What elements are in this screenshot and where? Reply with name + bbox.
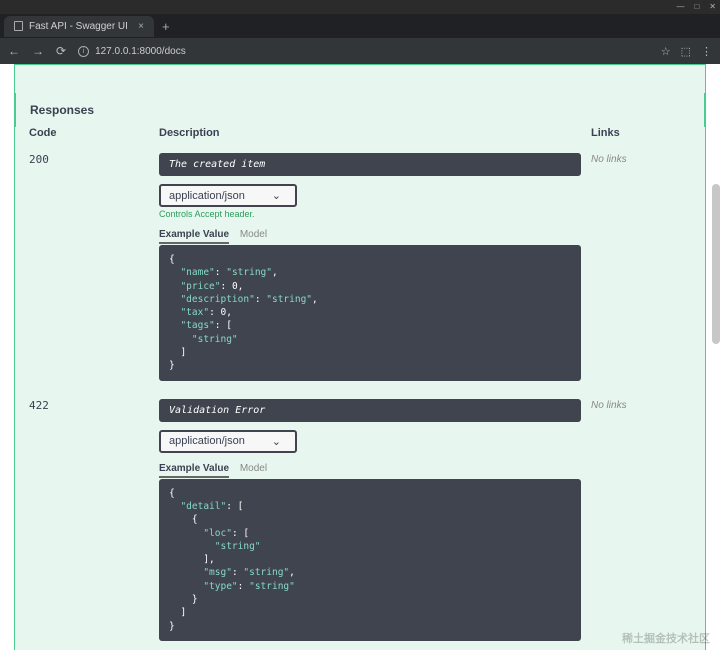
response-row: 422 Validation Error application/json⌄ E… [29, 395, 691, 650]
new-tab-button[interactable]: + [154, 19, 178, 34]
menu-icon[interactable]: ⋮ [701, 45, 712, 58]
url-field[interactable]: i 127.0.0.1:8000/docs [78, 46, 649, 57]
tab-example-value[interactable]: Example Value [159, 229, 229, 244]
no-links-text: No links [591, 154, 627, 165]
example-body[interactable]: { "name": "string", "price": 0, "descrip… [159, 245, 581, 381]
window-titlebar: — □ ✕ [0, 0, 720, 14]
accept-hint: Controls Accept header. [159, 209, 581, 219]
no-links-text: No links [591, 400, 627, 411]
window-close-icon[interactable]: ✕ [709, 3, 716, 11]
address-bar: ← → ⟳ i 127.0.0.1:8000/docs ☆ ⬚ ⋮ [0, 38, 720, 64]
site-info-icon[interactable]: i [78, 46, 89, 57]
window-minimize-icon[interactable]: — [676, 3, 684, 11]
tab-model[interactable]: Model [240, 463, 267, 474]
extensions-icon[interactable]: ⬚ [681, 45, 691, 58]
response-description: The created item [159, 153, 581, 176]
star-icon[interactable]: ☆ [661, 45, 671, 58]
response-code: 422 [29, 399, 49, 412]
col-header-code: Code [29, 127, 149, 139]
tab-example-value[interactable]: Example Value [159, 463, 229, 478]
close-icon[interactable]: × [138, 21, 144, 32]
responses-heading: Responses [15, 93, 705, 127]
tab-title: Fast API - Swagger UI [29, 21, 128, 32]
example-body[interactable]: { "detail": [ { "loc": [ "string" ], "ms… [159, 479, 581, 641]
tab-strip: Fast API - Swagger UI × + [0, 14, 720, 38]
reload-icon[interactable]: ⟳ [56, 44, 66, 58]
chevron-down-icon: ⌄ [272, 435, 281, 448]
response-description: Validation Error [159, 399, 581, 422]
forward-icon[interactable]: → [32, 44, 44, 58]
document-icon [14, 21, 23, 31]
col-header-links: Links [591, 127, 691, 139]
response-code: 200 [29, 153, 49, 166]
scrollbar[interactable] [712, 184, 720, 344]
chevron-down-icon: ⌄ [272, 189, 281, 202]
media-type-select[interactable]: application/json⌄ [159, 430, 297, 453]
page-content: Responses Code Description Links 200 The… [0, 64, 720, 650]
tab-model[interactable]: Model [240, 229, 267, 240]
response-row: 200 The created item application/json⌄ C… [29, 149, 691, 395]
browser-tab[interactable]: Fast API - Swagger UI × [4, 16, 154, 37]
window-maximize-icon[interactable]: □ [694, 3, 699, 11]
media-type-select[interactable]: application/json⌄ [159, 184, 297, 207]
responses-panel: Responses Code Description Links 200 The… [14, 64, 706, 650]
url-text: 127.0.0.1:8000/docs [95, 46, 186, 57]
col-header-description: Description [159, 127, 581, 139]
back-icon[interactable]: ← [8, 44, 20, 58]
